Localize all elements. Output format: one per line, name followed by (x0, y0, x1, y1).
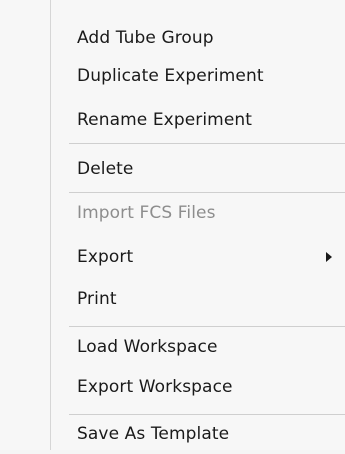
chevron-right-icon (326, 252, 332, 262)
menu-item-load-workspace[interactable]: Load Workspace (51, 327, 345, 367)
menu-icon-gutter (0, 0, 51, 450)
menu-item-duplicate-experiment[interactable]: Duplicate Experiment (51, 56, 345, 96)
menu-item-label: Export (77, 247, 134, 267)
menu-item-export[interactable]: Export (51, 237, 345, 277)
menu-item-label: Print (77, 289, 117, 309)
menu-item-import-fcs-files: Import FCS Files (51, 193, 345, 233)
menu-item-add-tube-group[interactable]: Add Tube Group (51, 18, 345, 58)
menu-item-label: Save As Template (77, 424, 230, 444)
menu-item-rename-experiment[interactable]: Rename Experiment (51, 100, 345, 140)
menu-item-label: Delete (77, 159, 134, 179)
menu-item-label: Import FCS Files (77, 203, 216, 223)
context-menu: Add Tube Group Duplicate Experiment Rena… (0, 0, 345, 450)
menu-item-label: Export Workspace (77, 377, 233, 397)
menu-item-label: Rename Experiment (77, 110, 253, 130)
menu-item-export-workspace[interactable]: Export Workspace (51, 367, 345, 407)
menu-item-delete[interactable]: Delete (51, 149, 345, 189)
menu-item-label: Load Workspace (77, 337, 218, 357)
menu-item-label: Duplicate Experiment (77, 66, 264, 86)
menu-separator (69, 143, 345, 144)
menu-item-label: Add Tube Group (77, 28, 214, 48)
menu-item-save-as-template[interactable]: Save As Template (51, 414, 345, 454)
menu-item-print[interactable]: Print (51, 279, 345, 319)
